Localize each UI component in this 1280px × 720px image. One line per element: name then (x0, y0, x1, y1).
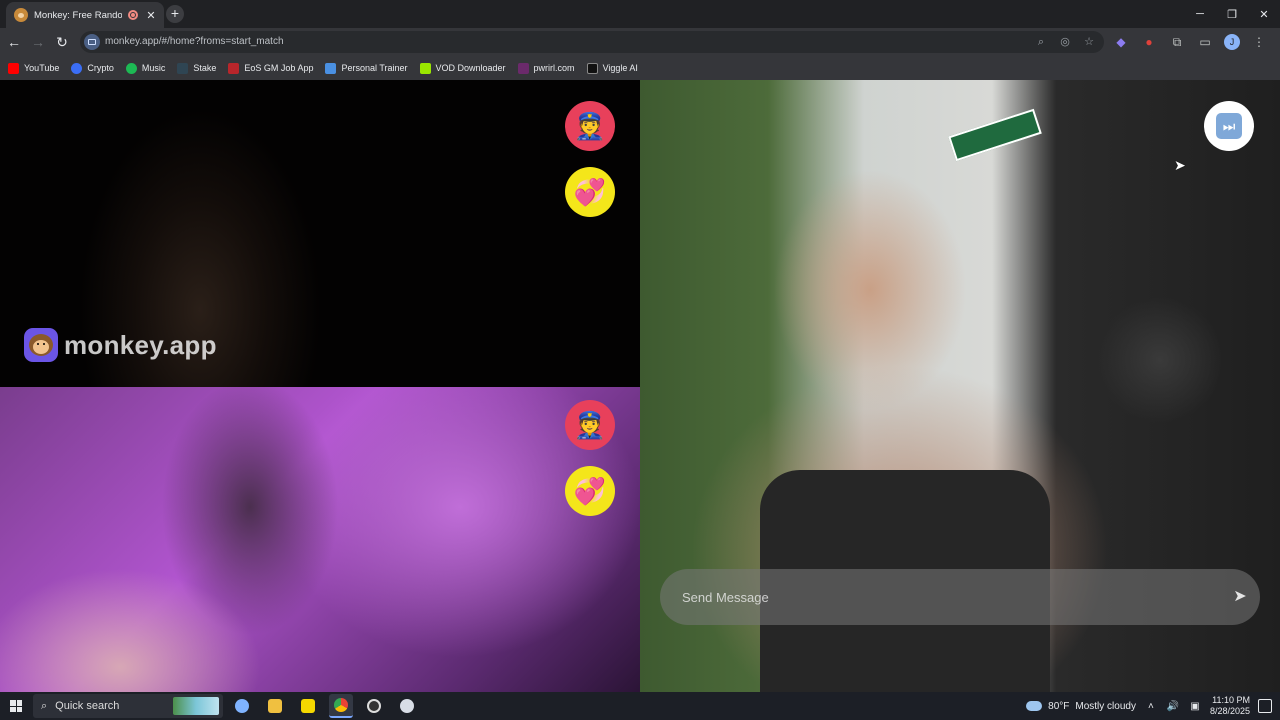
windows-logo-icon (10, 700, 22, 712)
notification-icon[interactable] (1258, 699, 1272, 713)
clock-time: 11:10 PM (1212, 695, 1250, 705)
viggle-icon (586, 62, 598, 74)
extension-purple-icon[interactable]: ◆ (1112, 32, 1130, 52)
forward-button[interactable]: → (28, 32, 48, 52)
bookmark-viggle-ai[interactable]: Viggle AI (586, 62, 638, 74)
weather-widget[interactable]: 80°F Mostly cloudy (1023, 697, 1136, 712)
police-icon: 👮 (573, 111, 607, 141)
search-highlight-image (173, 697, 219, 715)
search-icon: ⌕ (41, 699, 48, 712)
eos-icon (228, 62, 240, 74)
bookmark-stake[interactable]: Stake (177, 62, 216, 74)
minimize-button[interactable]: ─ (1184, 0, 1216, 28)
mouse-cursor-icon: ➤ (1174, 157, 1186, 173)
tab-close-icon[interactable]: ✕ (144, 9, 158, 22)
vod-icon (419, 62, 431, 74)
trainer-icon (325, 62, 337, 74)
chrome-icon[interactable] (329, 694, 353, 718)
browser-toolbar: ← → ↻ monkey.app/#/home?froms=start_matc… (0, 28, 1280, 56)
stranger-video-bottom: 👮 💞 (0, 387, 640, 692)
close-window-button[interactable]: ✕ (1248, 0, 1280, 28)
brand-text: monkey.app (64, 329, 217, 360)
monkey-logo-icon (24, 328, 58, 362)
profile-avatar[interactable]: J (1224, 34, 1240, 50)
stake-icon (177, 62, 189, 74)
task-view-icon[interactable] (230, 694, 254, 718)
eye-off-icon[interactable]: ◎ (1058, 34, 1072, 50)
chat-bar: ➤ (660, 569, 1260, 625)
system-tray: 80°F Mostly cloudy ˄ 🔊 ▣ 11:10 PM 8/28/2… (1023, 692, 1280, 720)
youtube-icon (8, 62, 19, 74)
weather-condition: Mostly cloudy (1075, 700, 1136, 712)
next-track-icon: ⏭ (1216, 113, 1242, 139)
obs-icon[interactable] (362, 694, 386, 718)
search-label: Quick search (55, 700, 120, 712)
stranger-video-top: 👮 💞 monkey.app (0, 80, 640, 387)
start-button[interactable] (0, 692, 32, 720)
clock[interactable]: 11:10 PM 8/28/2025 (1210, 695, 1250, 717)
police-icon: 👮 (573, 410, 607, 440)
sidepanel-icon[interactable]: ▭ (1196, 32, 1214, 52)
sticky-notes-icon[interactable] (296, 694, 320, 718)
crypto-icon (71, 62, 83, 74)
like-button-top[interactable]: 💞 (565, 167, 615, 217)
tab-title: Monkey: Free Random Video Chat (34, 9, 122, 21)
taskbar-search[interactable]: ⌕ Quick search (33, 694, 223, 718)
address-bar[interactable]: monkey.app/#/home?froms=start_match ⌕ ◎ … (80, 31, 1104, 53)
bookmark-youtube[interactable]: YouTube (8, 62, 59, 74)
heart-icon: 💞 (573, 177, 607, 207)
spotify-icon (125, 62, 137, 74)
window-controls: ─ ❐ ✕ (1184, 0, 1280, 28)
monkey-app-page: 👮 💞 monkey.app 👮 💞 ⏭ ➤ (0, 80, 1280, 692)
send-message-input[interactable] (682, 587, 1202, 607)
cloudy-icon (1023, 697, 1043, 711)
like-button-bottom[interactable]: 💞 (565, 466, 615, 516)
pinned-apps (230, 694, 419, 718)
bookmarks-bar: YouTube Crypto Music Stake EoS GM Job Ap… (0, 56, 1280, 80)
tab-strip: Monkey: Free Random Video Chat ✕ + ─ ❐ ✕ (0, 0, 1280, 28)
bookmark-crypto[interactable]: Crypto (71, 62, 114, 74)
zoom-icon[interactable]: ⌕ (1034, 34, 1048, 50)
site-info-icon[interactable] (84, 34, 100, 50)
pwrirl-icon (517, 62, 529, 74)
send-icon[interactable]: ➤ (1230, 587, 1250, 607)
app-icon[interactable] (395, 694, 419, 718)
extension-red-icon[interactable]: ● (1140, 32, 1158, 52)
monkey-favicon-icon (14, 8, 28, 22)
file-explorer-icon[interactable] (263, 694, 287, 718)
heart-icon: 💞 (573, 476, 607, 506)
bookmark-personal-trainer[interactable]: Personal Trainer (325, 62, 408, 74)
windows-taskbar: ⌕ Quick search 80°F Mostly cloudy ˄ 🔊 ▣ … (0, 692, 1280, 720)
star-icon[interactable]: ☆ (1082, 34, 1096, 50)
reload-button[interactable]: ↻ (52, 32, 72, 52)
extensions-area: ◆ ● ⧉ ▭ J ⋮ (1112, 32, 1268, 52)
bookmark-music[interactable]: Music (125, 62, 165, 74)
recording-icon (128, 10, 138, 20)
report-button-top[interactable]: 👮 (565, 101, 615, 151)
new-tab-button[interactable]: + (166, 5, 184, 23)
puzzle-icon[interactable]: ⧉ (1168, 32, 1186, 52)
bookmark-pwrirl[interactable]: pwrirl.com (517, 62, 575, 74)
chevron-up-icon[interactable]: ˄ (1144, 701, 1158, 712)
monkey-app-watermark: monkey.app (24, 328, 217, 362)
url-text[interactable]: monkey.app/#/home?froms=start_match (105, 36, 284, 47)
skip-button[interactable]: ⏭ (1204, 101, 1254, 151)
clock-date: 8/28/2025 (1209, 706, 1250, 716)
bookmark-vod-downloader[interactable]: VOD Downloader (419, 62, 506, 74)
bookmark-eos-gm-job-app[interactable]: EoS GM Job App (228, 62, 313, 74)
back-button[interactable]: ← (4, 32, 24, 52)
report-button-bottom[interactable]: 👮 (565, 400, 615, 450)
speaker-icon[interactable]: 🔊 (1166, 701, 1180, 712)
browser-tab[interactable]: Monkey: Free Random Video Chat ✕ (6, 2, 164, 28)
network-icon[interactable]: ▣ (1188, 701, 1202, 712)
menu-icon[interactable]: ⋮ (1250, 32, 1268, 52)
weather-temp: 80°F (1048, 700, 1070, 712)
wall-sign (948, 108, 1042, 162)
restore-button[interactable]: ❐ (1216, 0, 1248, 28)
